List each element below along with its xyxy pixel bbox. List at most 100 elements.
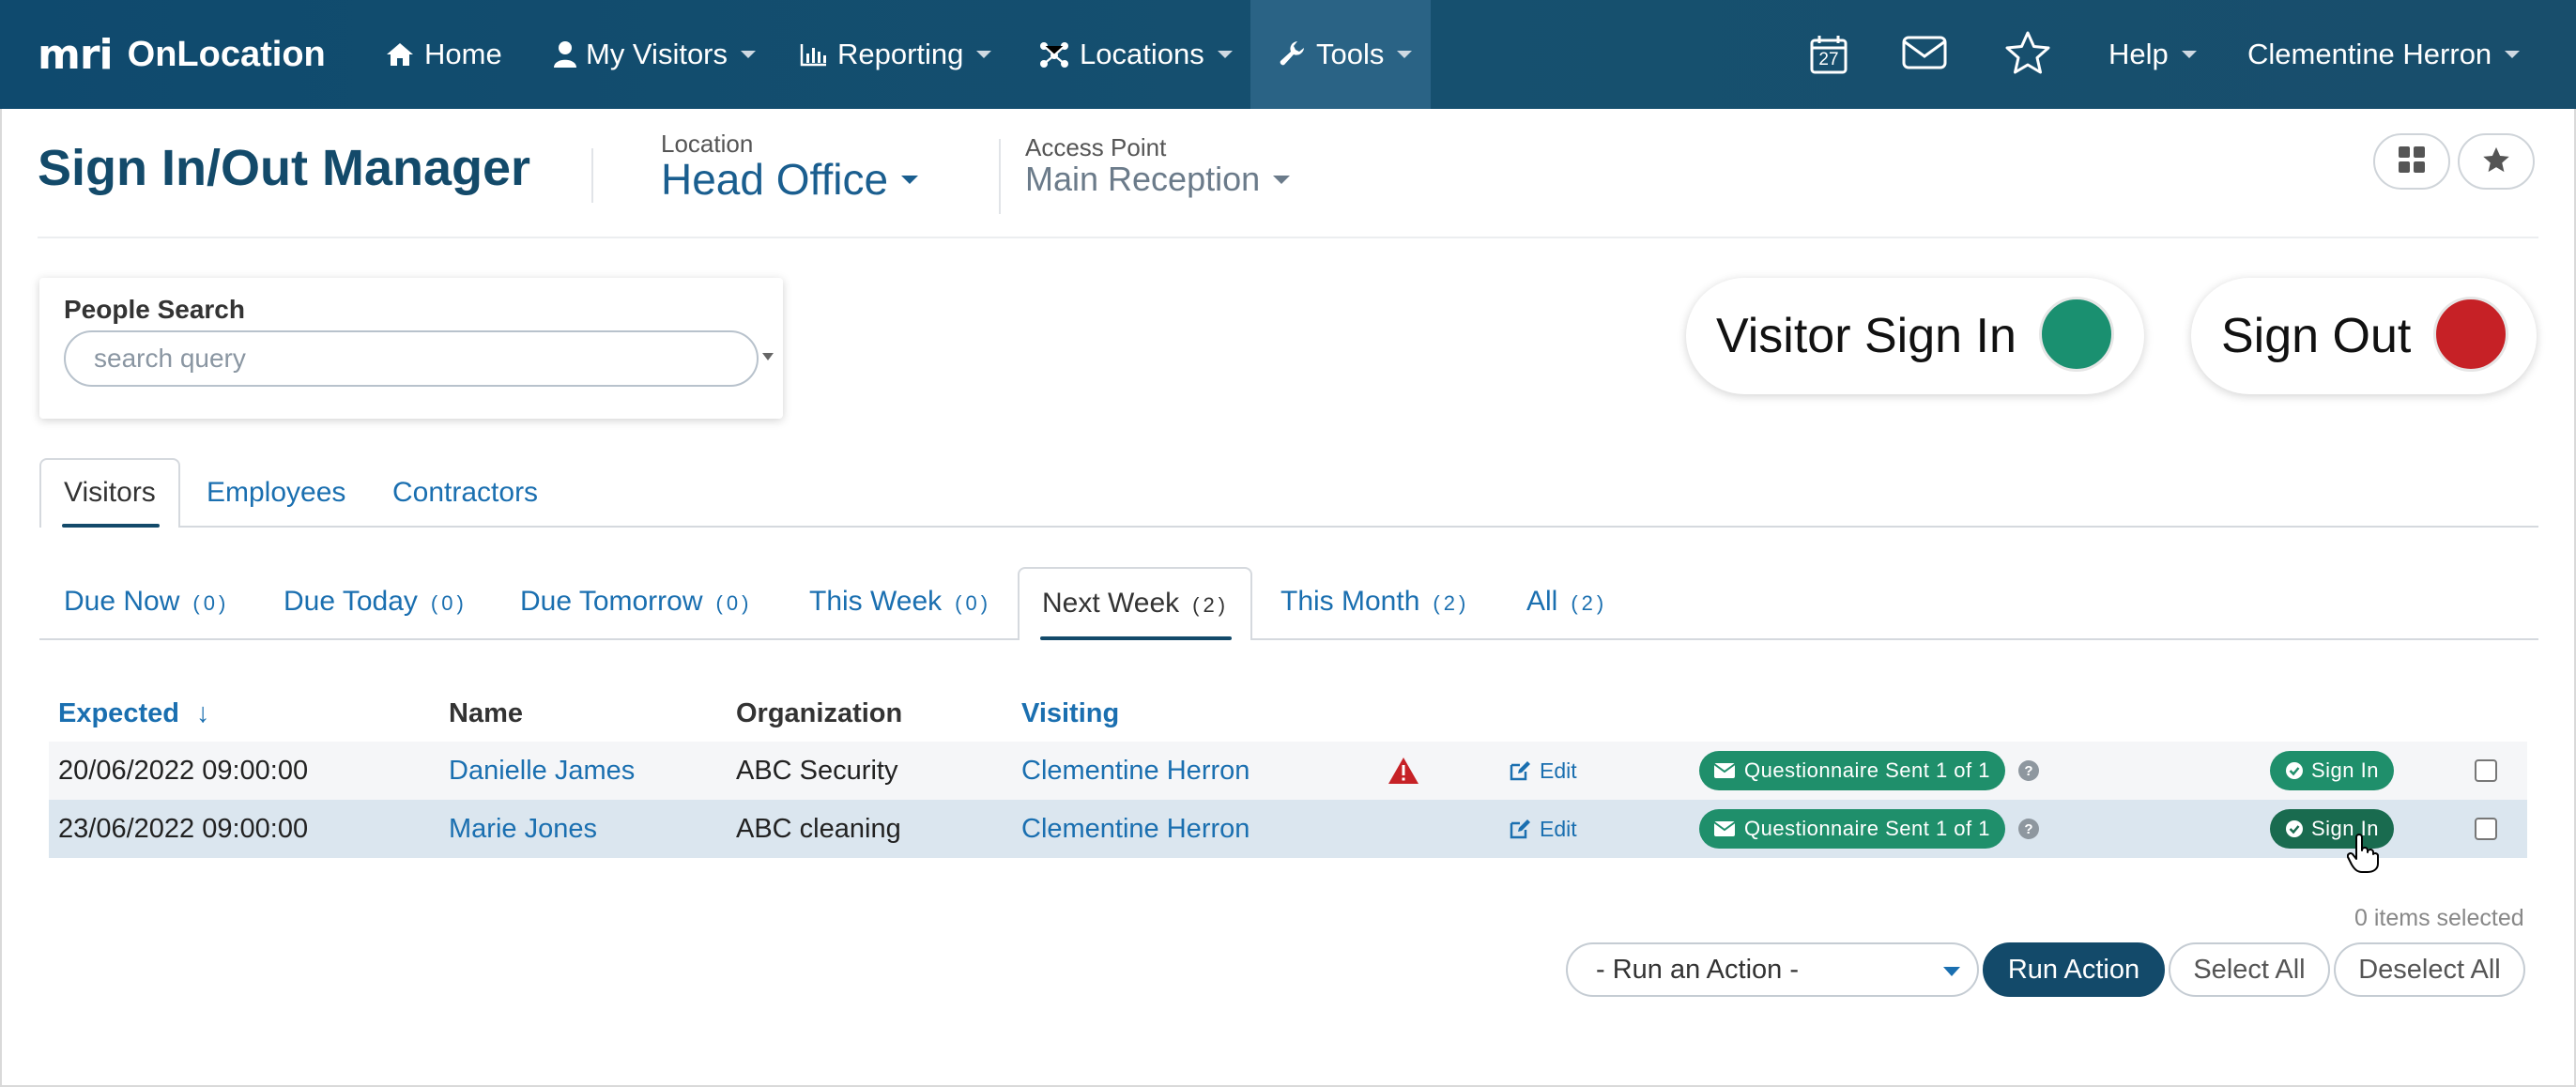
edit-label: Edit bbox=[1540, 758, 1577, 783]
column-header-visiting[interactable]: Visiting bbox=[1021, 698, 1119, 729]
messages-button[interactable] bbox=[1896, 26, 1953, 83]
column-header-organization: Organization bbox=[736, 698, 903, 728]
header-divider bbox=[999, 139, 1001, 214]
edit-button[interactable]: Edit bbox=[1510, 758, 1577, 784]
tab-visitors[interactable]: Visitors bbox=[39, 458, 180, 528]
envelope-icon bbox=[1902, 36, 1947, 74]
access-point-label: Access Point bbox=[1025, 133, 1167, 161]
sign-in-button[interactable]: Sign In bbox=[2270, 751, 2394, 790]
questionnaire-status-badge[interactable]: Questionnaire Sent 1 of 1 bbox=[1699, 809, 2005, 849]
filter-tab-this-week[interactable]: This Week (0) bbox=[809, 586, 991, 618]
questionnaire-status-badge[interactable]: Questionnaire Sent 1 of 1 bbox=[1699, 751, 2005, 790]
visiting-host-link[interactable]: Clementine Herron bbox=[1021, 800, 1250, 858]
nav-locations-label: Locations bbox=[1080, 38, 1204, 70]
sign-out-button[interactable]: Sign Out bbox=[2191, 278, 2537, 394]
favorites-button[interactable] bbox=[2000, 26, 2056, 83]
questionnaire-label: Questionnaire Sent 1 of 1 bbox=[1744, 817, 1990, 840]
action-select-value: - Run an Action - bbox=[1596, 954, 1799, 985]
filter-tab-next-week[interactable]: Next Week (2) bbox=[1018, 567, 1252, 640]
tab-contractors-label: Contractors bbox=[392, 477, 539, 508]
edit-button[interactable]: Edit bbox=[1510, 817, 1577, 842]
sign-out-label: Sign Out bbox=[2221, 309, 2412, 363]
user-menu[interactable]: Clementine Herron bbox=[2247, 0, 2521, 109]
nav-reporting-label: Reporting bbox=[837, 38, 964, 70]
visiting-host-link[interactable]: Clementine Herron bbox=[1021, 742, 1250, 800]
envelope-icon bbox=[1714, 763, 1735, 778]
expected-cell: 23/06/2022 09:00:00 bbox=[58, 813, 309, 844]
filter-tab-count: (2) bbox=[1571, 591, 1608, 615]
nav-my-visitors-label: My Visitors bbox=[586, 38, 728, 70]
filter-tab-count: (2) bbox=[1433, 591, 1470, 615]
select-all-button[interactable]: Select All bbox=[2169, 942, 2330, 997]
nav-my-visitors[interactable]: My Visitors bbox=[554, 0, 757, 109]
filter-tabs-line bbox=[39, 638, 2538, 640]
tab-contractors[interactable]: Contractors bbox=[392, 477, 538, 509]
table-row: 23/06/2022 09:00:00 Marie Jones ABC clea… bbox=[49, 800, 2527, 858]
items-selected-count: 0 items selected bbox=[2354, 905, 2524, 931]
home-icon bbox=[385, 40, 415, 69]
nav-home[interactable]: Home bbox=[385, 0, 502, 109]
calendar-day: 27 bbox=[1818, 50, 1839, 69]
action-select[interactable]: - Run an Action - bbox=[1566, 942, 1979, 997]
chevron-down-icon bbox=[976, 51, 992, 58]
help-icon[interactable]: ? bbox=[2018, 760, 2039, 781]
edit-label: Edit bbox=[1540, 816, 1577, 841]
layout-toggle-button[interactable] bbox=[2373, 133, 2450, 190]
chevron-down-icon bbox=[762, 353, 774, 360]
row-select-checkbox[interactable] bbox=[2475, 818, 2497, 840]
nav-reporting[interactable]: Reporting bbox=[800, 0, 992, 109]
nav-home-label: Home bbox=[424, 38, 502, 70]
calendar-icon: 27 bbox=[1808, 34, 1849, 75]
filter-tab-all[interactable]: All (2) bbox=[1526, 586, 1607, 618]
sort-desc-icon: ↓ bbox=[196, 698, 210, 728]
organization-cell: ABC cleaning bbox=[736, 813, 901, 844]
nav-locations[interactable]: Locations bbox=[1038, 0, 1233, 109]
help-icon[interactable]: ? bbox=[2018, 819, 2039, 839]
row-select-checkbox[interactable] bbox=[2475, 759, 2497, 782]
edit-icon bbox=[1510, 761, 1530, 781]
deselect-all-button[interactable]: Deselect All bbox=[2334, 942, 2525, 997]
visitor-name-link[interactable]: Marie Jones bbox=[449, 800, 597, 858]
people-tabs-line bbox=[39, 526, 2538, 528]
filter-tab-due-today[interactable]: Due Today (0) bbox=[284, 586, 468, 618]
filter-tab-due-tomorrow[interactable]: Due Tomorrow (0) bbox=[520, 586, 752, 618]
nav-help[interactable]: Help bbox=[2108, 0, 2197, 109]
tab-visitors-label: Visitors bbox=[64, 477, 156, 508]
filter-tab-count: (2) bbox=[1192, 593, 1230, 617]
column-header-name: Name bbox=[449, 698, 523, 728]
filter-tab-this-month[interactable]: This Month (2) bbox=[1280, 586, 1469, 618]
check-circle-icon bbox=[2286, 762, 2303, 779]
people-search-label: People Search bbox=[64, 295, 245, 324]
sign-in-label: Sign In bbox=[2311, 758, 2379, 782]
chevron-down-icon bbox=[1217, 51, 1233, 58]
filter-tab-label: This Week bbox=[809, 586, 943, 617]
green-status-icon bbox=[2039, 297, 2114, 372]
location-dropdown[interactable]: Head Office bbox=[661, 154, 919, 205]
filter-tab-label: Next Week bbox=[1042, 588, 1180, 619]
favorite-page-button[interactable] bbox=[2458, 133, 2535, 190]
star-icon bbox=[2004, 30, 2051, 80]
column-header-expected[interactable]: Expected ↓ bbox=[58, 698, 210, 729]
brand[interactable]: mri OnLocation bbox=[38, 26, 326, 83]
calendar-button[interactable]: 27 bbox=[1801, 26, 1857, 83]
chevron-down-icon bbox=[741, 51, 757, 58]
visitor-sign-in-button[interactable]: Visitor Sign In bbox=[1686, 278, 2144, 394]
filter-tab-count: (0) bbox=[192, 591, 230, 615]
grid-icon bbox=[2398, 145, 2426, 178]
envelope-icon bbox=[1714, 821, 1735, 836]
tab-employees-label: Employees bbox=[207, 477, 346, 508]
nav-tools-label: Tools bbox=[1316, 38, 1385, 70]
header-rule bbox=[38, 237, 2538, 238]
nav-tools[interactable]: Tools bbox=[1250, 0, 1431, 109]
filter-tab-due-now[interactable]: Due Now (0) bbox=[64, 586, 229, 618]
wrench-icon bbox=[1279, 40, 1307, 69]
people-search-card: People Search bbox=[39, 278, 783, 419]
run-action-button[interactable]: Run Action bbox=[1983, 942, 2165, 997]
header-divider bbox=[591, 148, 593, 203]
people-search-input[interactable] bbox=[64, 330, 759, 387]
nav-help-label: Help bbox=[2108, 38, 2169, 70]
tab-employees[interactable]: Employees bbox=[207, 477, 345, 509]
mri-logo: mri bbox=[38, 30, 114, 79]
access-point-dropdown[interactable]: Main Reception bbox=[1025, 160, 1291, 199]
visitor-name-link[interactable]: Danielle James bbox=[449, 742, 635, 800]
